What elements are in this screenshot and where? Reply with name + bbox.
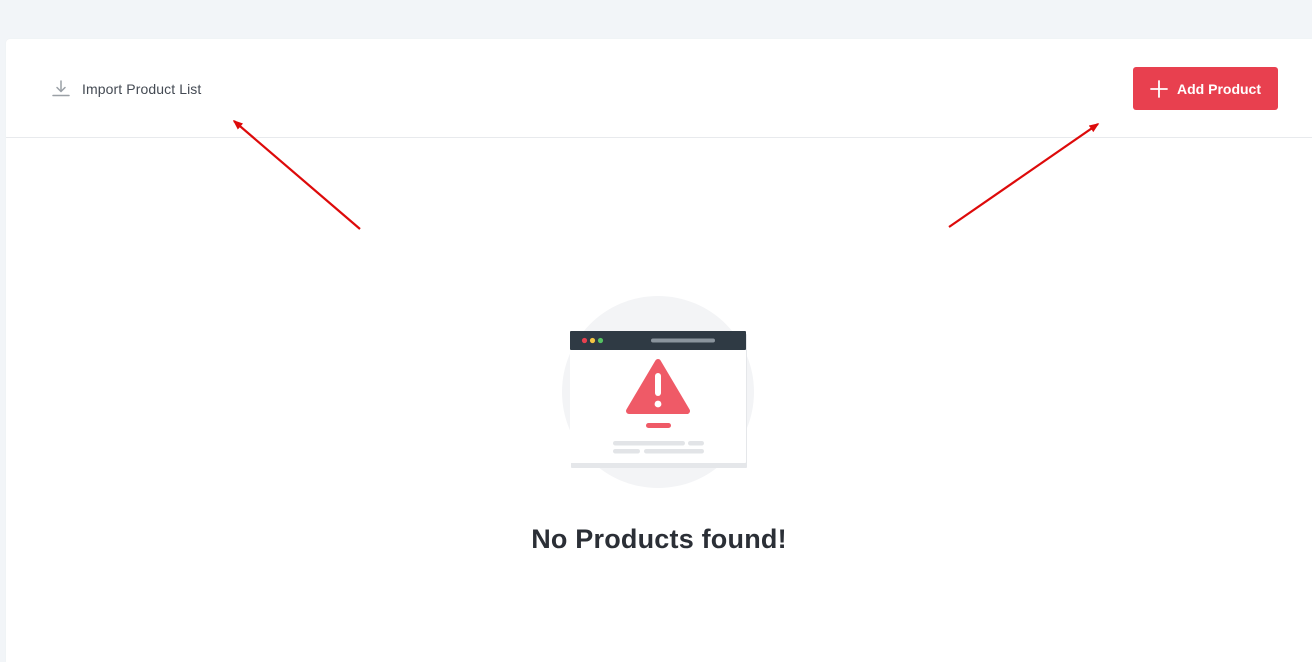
- download-icon: [51, 79, 71, 99]
- page: Import Product List Add Product No Produ…: [0, 0, 1312, 662]
- plus-icon: [1148, 78, 1170, 100]
- empty-state-illustration: [560, 294, 756, 490]
- add-product-button[interactable]: Add Product: [1133, 67, 1278, 110]
- import-product-list-label: Import Product List: [82, 81, 202, 97]
- add-product-label: Add Product: [1177, 80, 1261, 97]
- import-product-list-link[interactable]: Import Product List: [51, 79, 201, 99]
- products-toolbar: Import Product List Add Product: [6, 39, 1312, 138]
- empty-state-title: No Products found!: [531, 524, 787, 554]
- products-panel: Import Product List Add Product No Produ…: [6, 39, 1312, 662]
